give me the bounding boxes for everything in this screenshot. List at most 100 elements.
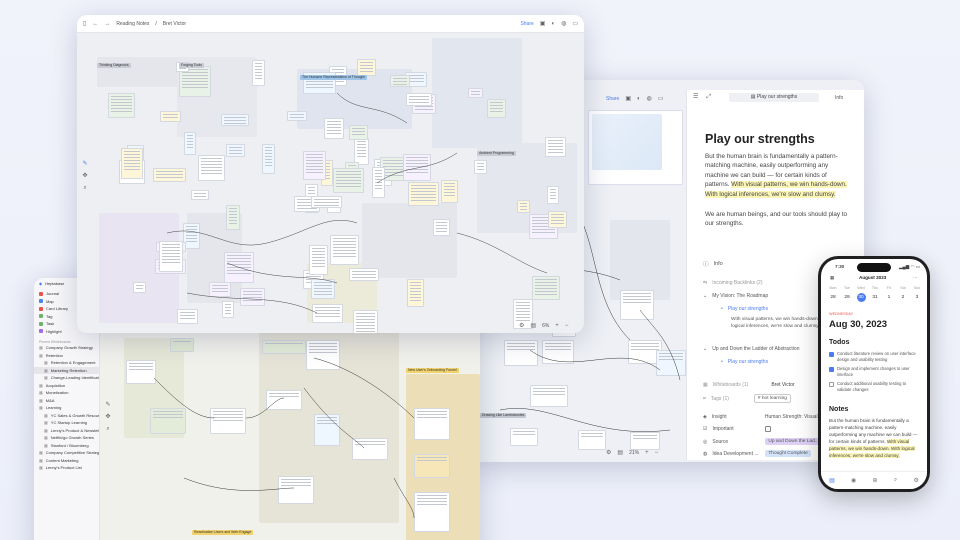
calendar-icon[interactable]: ▭ bbox=[572, 21, 578, 27]
property-value[interactable]: Human Strength: Visual bbox=[765, 414, 818, 420]
week-strip: Mon 28 Tue 29 Wed 30 Thu 31 Fri 1 Sat 2 Sun 3 bbox=[827, 285, 921, 307]
info-section[interactable]: ⓘ Info bbox=[703, 260, 723, 268]
tag-icon: ⌗ bbox=[703, 395, 706, 402]
breadcrumb-1[interactable]: Reading Notes bbox=[116, 21, 149, 27]
search-tab-icon[interactable]: ⌕ bbox=[894, 477, 897, 484]
phone-mockup: 7:30 ▂▄▆ ◠ ▭ August 2023 ▦ ⋯ Mon 28 Tue 29 W… bbox=[818, 256, 930, 492]
property-key: Idea Development ... bbox=[712, 450, 759, 457]
todo-checkbox[interactable] bbox=[829, 351, 834, 357]
front-window: ▯ ← → Reading Notes / Bret Victor Share … bbox=[77, 15, 584, 333]
calendar-day[interactable]: Mon 28 bbox=[827, 285, 839, 302]
important-checkbox[interactable] bbox=[765, 426, 772, 432]
whiteboards-row[interactable]: ▦ Whiteboards (1) Bret Victor bbox=[703, 382, 795, 388]
tags-row[interactable]: ⌗ Tags (1) # hot learning bbox=[703, 394, 791, 403]
card-paragraph-2: We are human beings, and our tools shoul… bbox=[705, 211, 848, 228]
zoom-level[interactable]: 21% bbox=[629, 450, 639, 456]
image-icon[interactable]: ▤ bbox=[617, 450, 623, 456]
calendar-day[interactable]: Thu 31 bbox=[869, 285, 881, 302]
image-icon[interactable]: ▤ bbox=[530, 323, 536, 329]
backlink-link[interactable]: • Play our strengths bbox=[721, 359, 768, 365]
expand-icon[interactable]: ⤢ bbox=[706, 94, 711, 100]
todo-list: Conduct literature review on user interf… bbox=[829, 351, 921, 396]
journal-tab-icon[interactable]: ▤ bbox=[829, 477, 835, 484]
info-icon: ⓘ bbox=[703, 262, 709, 268]
property-row[interactable]: ◈ Insight Human Strength: Visual bbox=[703, 414, 818, 420]
weekday-label: WEDNESDAY bbox=[829, 312, 854, 316]
panel-toggle-icon[interactable]: ▣ bbox=[540, 21, 546, 27]
layers-icon[interactable]: ◐ bbox=[551, 21, 555, 27]
bullet-icon: • bbox=[721, 359, 723, 365]
settings-tab-icon[interactable]: ⚙ bbox=[913, 477, 918, 484]
forward-arrow-icon[interactable]: → bbox=[104, 21, 110, 27]
weekday: Wed bbox=[857, 286, 865, 290]
zoom-out-icon[interactable]: − bbox=[655, 450, 659, 456]
sidebar-icon[interactable]: ☰ bbox=[693, 94, 698, 100]
notes-title: Notes bbox=[829, 406, 849, 413]
todo-text: Conduct additional usability testing to … bbox=[837, 381, 907, 392]
info-label: Info bbox=[713, 261, 723, 267]
day-number: 31 bbox=[872, 295, 878, 300]
property-row[interactable]: ◎ Source Up and Down the Lad... bbox=[703, 438, 822, 445]
chevron-down-icon: ⌄ bbox=[703, 346, 708, 352]
status-icon: ◍ bbox=[703, 450, 708, 457]
panel-tab[interactable]: ▤ Play our strengths bbox=[729, 93, 819, 102]
todo-checkbox[interactable] bbox=[829, 381, 834, 387]
grid-icon[interactable]: ▦ bbox=[830, 274, 834, 281]
whiteboard-canvas[interactable]: Thinking Diagnosis Forging Tools The Human… bbox=[77, 33, 584, 333]
tag-chip[interactable]: # hot learning bbox=[753, 394, 791, 403]
backlink-item[interactable]: ⌄ Up and Down the Ladder of Abstraction bbox=[703, 346, 799, 352]
backlink-link[interactable]: • Play our strengths bbox=[721, 306, 768, 312]
day-number: 3 bbox=[915, 295, 919, 300]
back-arrow-icon[interactable]: ← bbox=[92, 21, 98, 27]
status-time: 7:30 bbox=[835, 264, 845, 269]
chevron-down-icon: ⌄ bbox=[703, 293, 708, 299]
whiteboards-label: Whiteboards (1) bbox=[712, 382, 749, 388]
calendar-day[interactable]: Tue 29 bbox=[841, 285, 853, 302]
breadcrumb-separator: / bbox=[155, 20, 157, 27]
more-icon[interactable]: ⋯ bbox=[913, 274, 918, 281]
backlink-link-text: Play our strengths bbox=[727, 359, 769, 365]
breadcrumb-2[interactable]: Bret Victor bbox=[163, 21, 186, 27]
property-row[interactable]: ◍ Idea Development ... Thought Complete bbox=[703, 450, 811, 457]
backlink-item[interactable]: ⌄ My Vision: The Roadmap bbox=[703, 293, 768, 299]
zoom-out-icon[interactable]: − bbox=[565, 323, 569, 329]
todo-item[interactable]: Conduct additional usability testing to … bbox=[829, 381, 921, 393]
zoom-in-icon[interactable]: + bbox=[555, 323, 559, 329]
property-value[interactable]: Thought Complete bbox=[765, 450, 811, 457]
day-number: 29 bbox=[844, 295, 850, 300]
backlinks-header[interactable]: ⇆ Incoming Backlinks (2) bbox=[703, 280, 763, 286]
weekday: Sun bbox=[913, 286, 921, 290]
source-icon: ◎ bbox=[703, 438, 708, 445]
zoom-in-icon[interactable]: + bbox=[645, 450, 649, 456]
info-tab[interactable]: Info bbox=[835, 95, 843, 101]
todo-item[interactable]: Design and implement changes to user int… bbox=[829, 366, 921, 378]
month-title[interactable]: August 2023 bbox=[859, 274, 886, 281]
calendar-day[interactable]: Sat 2 bbox=[897, 285, 909, 302]
todo-checkbox[interactable] bbox=[829, 366, 834, 372]
tab-bar: ▤ ◉ ⊕ ⌕ ⚙ bbox=[821, 471, 927, 489]
calendar-day[interactable]: Sun 3 bbox=[911, 285, 923, 302]
connection-lines bbox=[166, 92, 548, 314]
author-link[interactable]: Bret Victor bbox=[771, 382, 794, 388]
weekday: Mon bbox=[829, 286, 837, 290]
calendar-day[interactable]: Wed 30 bbox=[855, 285, 867, 302]
todo-item[interactable]: Conduct literature review on user interf… bbox=[829, 351, 921, 363]
cards-tab-icon[interactable]: ◉ bbox=[851, 477, 856, 484]
property-value[interactable]: Up and Down the Lad... bbox=[765, 438, 822, 445]
settings-icon[interactable]: ⚙ bbox=[519, 323, 524, 329]
property-key: Insight bbox=[711, 414, 727, 420]
calendar-day[interactable]: Fri 1 bbox=[883, 285, 895, 302]
backlink-link-text: Play our strengths bbox=[727, 306, 769, 312]
zoom-level[interactable]: 6% bbox=[542, 323, 549, 329]
share-button[interactable]: Share bbox=[520, 21, 533, 27]
settings-icon[interactable]: ⚙ bbox=[606, 450, 611, 456]
todo-text: Design and implement changes to user int… bbox=[837, 366, 910, 377]
property-row[interactable]: ☑ Important bbox=[703, 426, 772, 432]
add-tab-icon[interactable]: ⊕ bbox=[873, 477, 878, 484]
property-key: Important bbox=[712, 426, 734, 432]
day-number: 1 bbox=[887, 295, 891, 300]
view-icon[interactable]: ◍ bbox=[561, 21, 566, 27]
sidebar-toggle-icon[interactable]: ▯ bbox=[83, 21, 86, 27]
todos-title: Todos bbox=[829, 339, 850, 346]
link-icon: ⇆ bbox=[703, 280, 708, 286]
